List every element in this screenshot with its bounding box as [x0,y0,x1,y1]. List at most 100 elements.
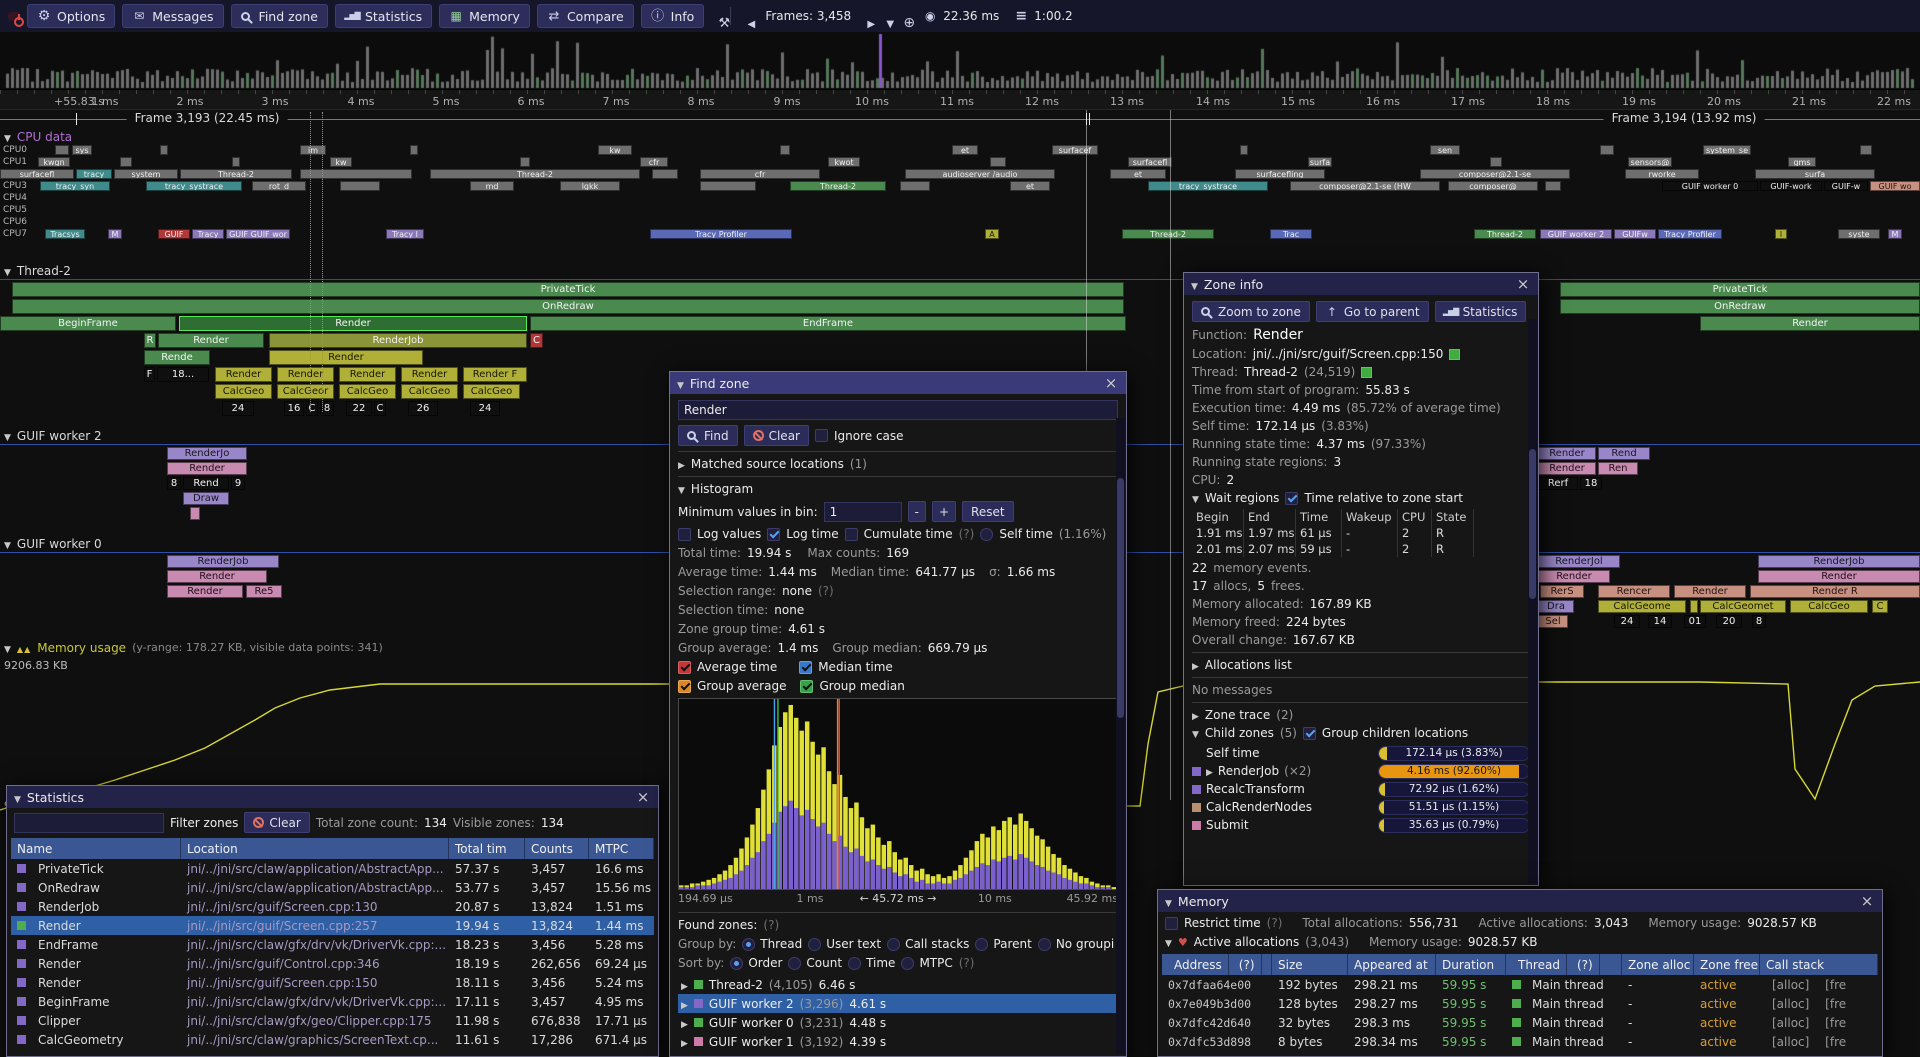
timeline-zone[interactable]: C [306,401,318,416]
cpu-zone[interactable]: tracy_systrace [146,181,242,191]
timeline-zone[interactable] [190,507,200,520]
thread-button[interactable] [1361,367,1372,378]
cpu-zone[interactable]: Thread-2 [790,181,886,191]
bin-plus-button[interactable]: + [932,501,956,522]
timeline-zone[interactable]: Rerf [1538,477,1578,490]
timeline-zone[interactable]: RenderJol [1538,555,1620,568]
child-zone-row[interactable]: Submit 35.63 µs (0.79%) [1192,816,1530,834]
timeline-zone[interactable]: 18... [157,367,209,382]
free-callstack-link[interactable]: [fre [1819,1016,1852,1030]
timeline-zone[interactable]: 01 [1684,615,1706,628]
cpu-zone[interactable]: M [108,229,122,239]
timeline-zone[interactable]: RerS [1540,585,1584,598]
cpu-zone[interactable]: GUIF worker 0 [1662,181,1758,191]
expand-icon[interactable] [1192,658,1199,672]
group-average-checkbox[interactable] [678,680,691,693]
child-zone-row[interactable]: CalcRenderNodes 51.51 µs (1.15%) [1192,798,1530,816]
column-location[interactable]: Location [181,838,449,859]
timeline-zone[interactable]: C [1872,600,1888,613]
timeline-zone[interactable]: Render [1538,570,1610,583]
cpu-zone[interactable]: A [985,229,999,239]
cpu-zone[interactable]: GUIF worker 2 [1540,229,1612,239]
timeline-zone[interactable]: C [530,333,543,348]
timeline-zone[interactable]: OnRedraw [12,299,1124,314]
cpu-zone[interactable]: GUIF-w [1824,181,1868,191]
frame-bar[interactable]: Frame 3,193 (22.45 ms) Frame 3,194 (13.9… [0,110,1920,128]
cpu-zone[interactable]: tracy [76,169,112,179]
wait-region-row[interactable]: 1.91 ms1.97 ms61 µs-2R [1192,525,1530,541]
cpu-zone[interactable] [1860,145,1872,155]
find-zone-histogram[interactable] [678,698,1118,890]
cpu-zone[interactable] [55,145,69,155]
frame-menu-button[interactable] [877,12,889,21]
timeline-zone[interactable]: 16 [284,401,304,416]
timeline-zone[interactable]: 8 [167,477,181,490]
column-name[interactable]: Name [11,838,181,859]
column-counts[interactable]: Counts [525,838,589,859]
bin-minus-button[interactable]: - [908,501,926,522]
timeline-zone[interactable]: Render [167,585,243,598]
cpu-zone[interactable]: system_se [1703,145,1751,155]
alloc-callstack-link[interactable]: [alloc] [1766,1035,1815,1049]
timeline-zone[interactable]: EndFrame [530,316,1126,331]
timeline-zone[interactable]: Render [1674,585,1746,598]
zone-info-window-titlebar[interactable]: Zone info [1184,273,1538,295]
timeline-zone[interactable]: RenderJob [269,333,527,348]
timeline-zone[interactable]: Render [269,350,423,365]
timeline-zone[interactable]: Rende [144,350,210,365]
statistics-row[interactable]: Clipper jni/../jni/src/claw/gfx/geo/Clip… [11,1011,654,1030]
cpu-zone[interactable]: Thread-2 [1474,229,1536,239]
timeline-zone[interactable]: 9 [231,477,245,490]
cpu-zone[interactable]: Tracsys [45,229,85,239]
child-zone-row[interactable]: RenderJob (×2) 4.16 ms (92.60%) [1192,762,1530,780]
statistics-row[interactable]: EndFrame jni/../jni/src/claw/gfx/drv/vk/… [11,935,654,954]
cpu-zone[interactable] [900,181,930,191]
group-by-radio[interactable]: Call stacks [887,937,969,951]
log-time-checkbox[interactable] [767,528,780,541]
timeline-zone[interactable]: CalcGeo [401,384,458,399]
allocation-row[interactable]: 0x7dfaa64e00 192 bytes 298.21 ms 59.95 s… [1162,975,1878,994]
memory-window-titlebar[interactable]: Memory [1158,890,1882,912]
next-frame-button[interactable] [858,12,870,21]
timeline-zone[interactable]: 22 [346,401,372,416]
zoom-to-zone-button[interactable]: Zoom to zone [1192,301,1310,322]
statistics-row[interactable]: Render jni/../jni/src/guif/Screen.cpp:15… [11,973,654,992]
child-zone-row[interactable]: RecalcTransform 72.92 µs (1.62%) [1192,780,1530,798]
collapse-icon[interactable] [678,482,685,496]
timeline-zone[interactable]: 26 [408,401,438,416]
cpu-zone[interactable]: GUIF GUIF wor [226,229,290,239]
median-time-checkbox[interactable] [799,661,812,674]
timeline-zone[interactable]: Re5 [246,585,282,598]
allocation-row[interactable]: 0x7dfc42d640 32 bytes 298.3 ms 59.95 s M… [1162,1013,1878,1032]
go-to-parent-button[interactable]: Go to parent [1316,301,1429,322]
tools-button[interactable] [711,12,723,21]
statistics-row[interactable]: PrivateTick jni/../jni/src/claw/applicat… [11,859,654,878]
cpu-zone[interactable]: composer@2.1-se [1420,169,1570,179]
frame-label-right[interactable]: Frame 3,194 (13.92 ms) [1604,111,1765,125]
timeline-zone[interactable]: Render [215,367,272,382]
cpu-zone[interactable]: M [1888,229,1902,239]
cpu-zone[interactable] [120,157,132,167]
allocation-row[interactable]: 0x7e049b3d00 128 bytes 298.27 ms 59.95 s… [1162,994,1878,1013]
cpu-zone[interactable]: et [952,145,978,155]
statistics-row[interactable]: OnRedraw jni/../jni/src/claw/application… [11,878,654,897]
zone-group-row[interactable]: Thread-2 (4,105) 6.46 s [678,975,1118,994]
collapse-icon[interactable] [1192,726,1199,740]
zone-statistics-button[interactable]: Statistics [1435,301,1527,322]
alloc-callstack-link[interactable]: [alloc] [1766,1016,1815,1030]
options-button[interactable]: Options [27,4,115,28]
statistics-row[interactable]: Render jni/../jni/src/guif/Screen.cpp:25… [11,916,654,935]
cpu-zone[interactable]: gms [1788,157,1816,167]
timeline-zone[interactable]: Render [401,367,458,382]
timeline-zone[interactable]: Sel [1538,615,1568,628]
cpu-zone[interactable] [300,169,412,179]
timeline-zone[interactable]: C [374,401,386,416]
cpu-zone[interactable]: kw [330,157,352,167]
close-icon[interactable] [1515,275,1531,293]
cpu-zone[interactable]: sensors@ [1628,157,1672,167]
min-bin-input[interactable] [824,502,902,522]
cpu-zone[interactable]: Thread-2 [180,169,292,179]
scrollbar[interactable] [1116,418,1125,1054]
statistics-row[interactable]: Render jni/../jni/src/guif/Control.cpp:3… [11,954,654,973]
statistics-row[interactable]: CalcGeometry jni/../jni/src/claw/graphic… [11,1030,654,1049]
